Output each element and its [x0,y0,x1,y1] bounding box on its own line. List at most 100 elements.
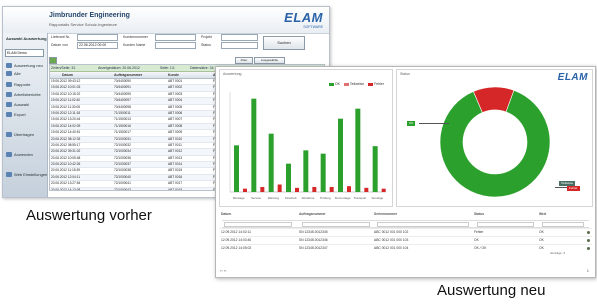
list-icon [6,71,12,77]
filter-field[interactable] [77,34,118,41]
bar-ok [372,146,378,192]
table-cell: ABT 0003 [168,91,183,96]
table-cell: ABT 0008 [168,123,183,128]
table-row[interactable]: 12.09.2012 14:05:02 SN 12345-0012347 ABC 0… [219,244,592,252]
table-cell: 19.06.2012 10:01:03 [51,85,81,90]
table-cell: 70/4400095 [114,91,131,96]
filter-input[interactable] [302,222,370,227]
table-cell: ABT 0015 [168,168,183,173]
table-cell: 72/1000031 [114,136,131,141]
column-header[interactable]: Seriennummer [374,211,397,218]
table-cell: OK [539,238,544,242]
table-cell: SN 12345-0012347 [299,246,328,250]
table-cell: 20.06.2012 14:13:08 [51,187,81,191]
table-cell: 72/1000043 [114,187,131,191]
table-cell: ABT 0012 [168,149,183,154]
column-header[interactable]: Auftragsnummer [299,211,326,218]
category-label: Sonstige [371,196,383,200]
filter-label: Lieferant Nr. [51,35,71,39]
table-cell: OK [474,238,479,242]
table-cell: ABT 0017 [168,181,183,186]
table-cell: 19.06.2012 14:40:51 [51,130,81,135]
document-icon [6,92,12,98]
refresh-icon[interactable] [49,57,57,64]
table-cell: 72/1000036 [114,155,131,160]
old-sidebar-item-apply[interactable]: Anwenden [6,152,33,158]
old-sidebar-item-web-settings[interactable]: Web Einstellungen [6,172,47,178]
page-number[interactable]: 1 [587,268,589,273]
filter-field[interactable] [155,42,196,49]
column-header[interactable]: Status [474,211,484,218]
new-evaluation-screenshot: Auswertung OK Teilweise Fehler Montage Se… [215,66,596,278]
filter-input[interactable] [377,222,469,227]
table-cell: 72/1000038 [114,168,131,173]
column-header[interactable]: Datum [221,211,231,218]
table-cell: ABT 0016 [168,174,183,179]
status-dot-icon [587,247,590,250]
table-cell: ABT 0001 [168,79,183,83]
table-cell: 20.06.2012 08:55:17 [51,142,81,147]
table-cell: ABT 0007 [168,117,183,122]
old-evaluation-select[interactable]: ELAM Demo [5,49,44,57]
bar-fehler [260,187,265,192]
apply-icon [6,152,12,158]
filter-field[interactable] [221,42,258,49]
date-from-field[interactable]: 22.06.2012 00:00 [77,42,118,49]
filter-icon [6,102,12,108]
table-cell: 72/1000037 [114,162,131,167]
old-sidebar-item-workreports[interactable]: Arbeitsberichte [6,92,41,98]
column-header[interactable]: Datum [62,72,73,78]
table-cell: ABT 0014 [168,162,183,167]
filter-input[interactable] [542,222,584,227]
table-cell: 20.06.2012 10:42:26 [51,162,81,167]
table-cell: 71/1500013 [114,117,131,122]
column-header[interactable]: Kunde [168,72,179,78]
filter-button[interactable]: Filter [235,57,253,64]
table-cell: ABT 0018 [168,187,183,191]
bar-ok [268,133,274,192]
table-row[interactable]: 12.09.2012 14:03:40 SN 12345-0012346 ABC 0… [219,236,592,244]
table-cell: 19.06.2012 13:20:44 [51,117,81,122]
old-sidebar-item-all[interactable]: Alle [6,71,21,77]
category-label: Abnahme [302,196,315,200]
table-row[interactable]: 12.09.2012 14:02:11 SN 12345-0012345 ABC 0… [219,228,592,236]
table-cell: 12.09.2012 14:05:02 [221,246,252,250]
old-logo-subtitle: SOFTWARE [303,25,323,29]
filter-input[interactable] [224,222,292,227]
table-cell: OK [539,246,544,250]
table-cell: 70/4400098 [114,104,131,109]
category-label: Wartung [268,196,280,200]
bar-fehler [364,187,369,192]
old-sidebar-item-reports[interactable]: Rapporte [6,82,30,88]
old-filter-area: Lieferant Nr. Datum von 22.06.2012 00:00… [49,34,325,56]
table-cell: ABC 0012 001 000 102 [374,230,409,234]
table-cell: 70/4400097 [114,98,131,103]
filter-field[interactable] [221,34,258,41]
column-header[interactable]: Auftragsnummer [114,72,142,78]
filter-input[interactable] [477,222,534,227]
table-cell: ABT 0004 [168,98,183,103]
table-cell: 20.06.2012 13:27:54 [51,181,81,186]
table-cell: 19.06.2012 11:30:05 [51,104,81,109]
table-cell: 20.06.2012 11:18:39 [51,168,81,173]
table-cell: 20.06.2012 08:12:33 [51,136,81,141]
caption-before: Auswertung vorher [26,207,152,224]
bar-fehler [295,187,299,192]
pager-controls[interactable]: ‹‹ ‹‹ [220,268,226,273]
old-sidebar-item-transfer[interactable]: Übertragen [6,132,34,138]
old-sidebar: Auswahl Auswertung ELAM Demo Auswertung … [3,33,48,197]
filter-field[interactable] [155,34,196,41]
selected-toggle[interactable]: Ausgewählte [254,57,285,64]
old-sidebar-item-new[interactable]: Auswertung neu [6,63,43,69]
callout-partial: Teilweise [559,181,576,186]
search-button[interactable]: Suchen [263,36,305,50]
old-sidebar-item-selection[interactable]: Auswahl [6,102,29,108]
bar-fehler [277,184,282,192]
bar-ok [338,118,343,192]
column-header[interactable]: Wert [539,211,546,218]
table-cell: 70/4400090 [114,79,131,83]
bar-chart-panel: Auswertung OK Teilweise Fehler Montage Se… [219,69,393,207]
table-cell: 72/1000034 [114,149,131,154]
old-sidebar-item-export[interactable]: Export [6,112,26,118]
old-header: Jimbrunder Engineering Rapportalis Servi… [3,7,329,34]
